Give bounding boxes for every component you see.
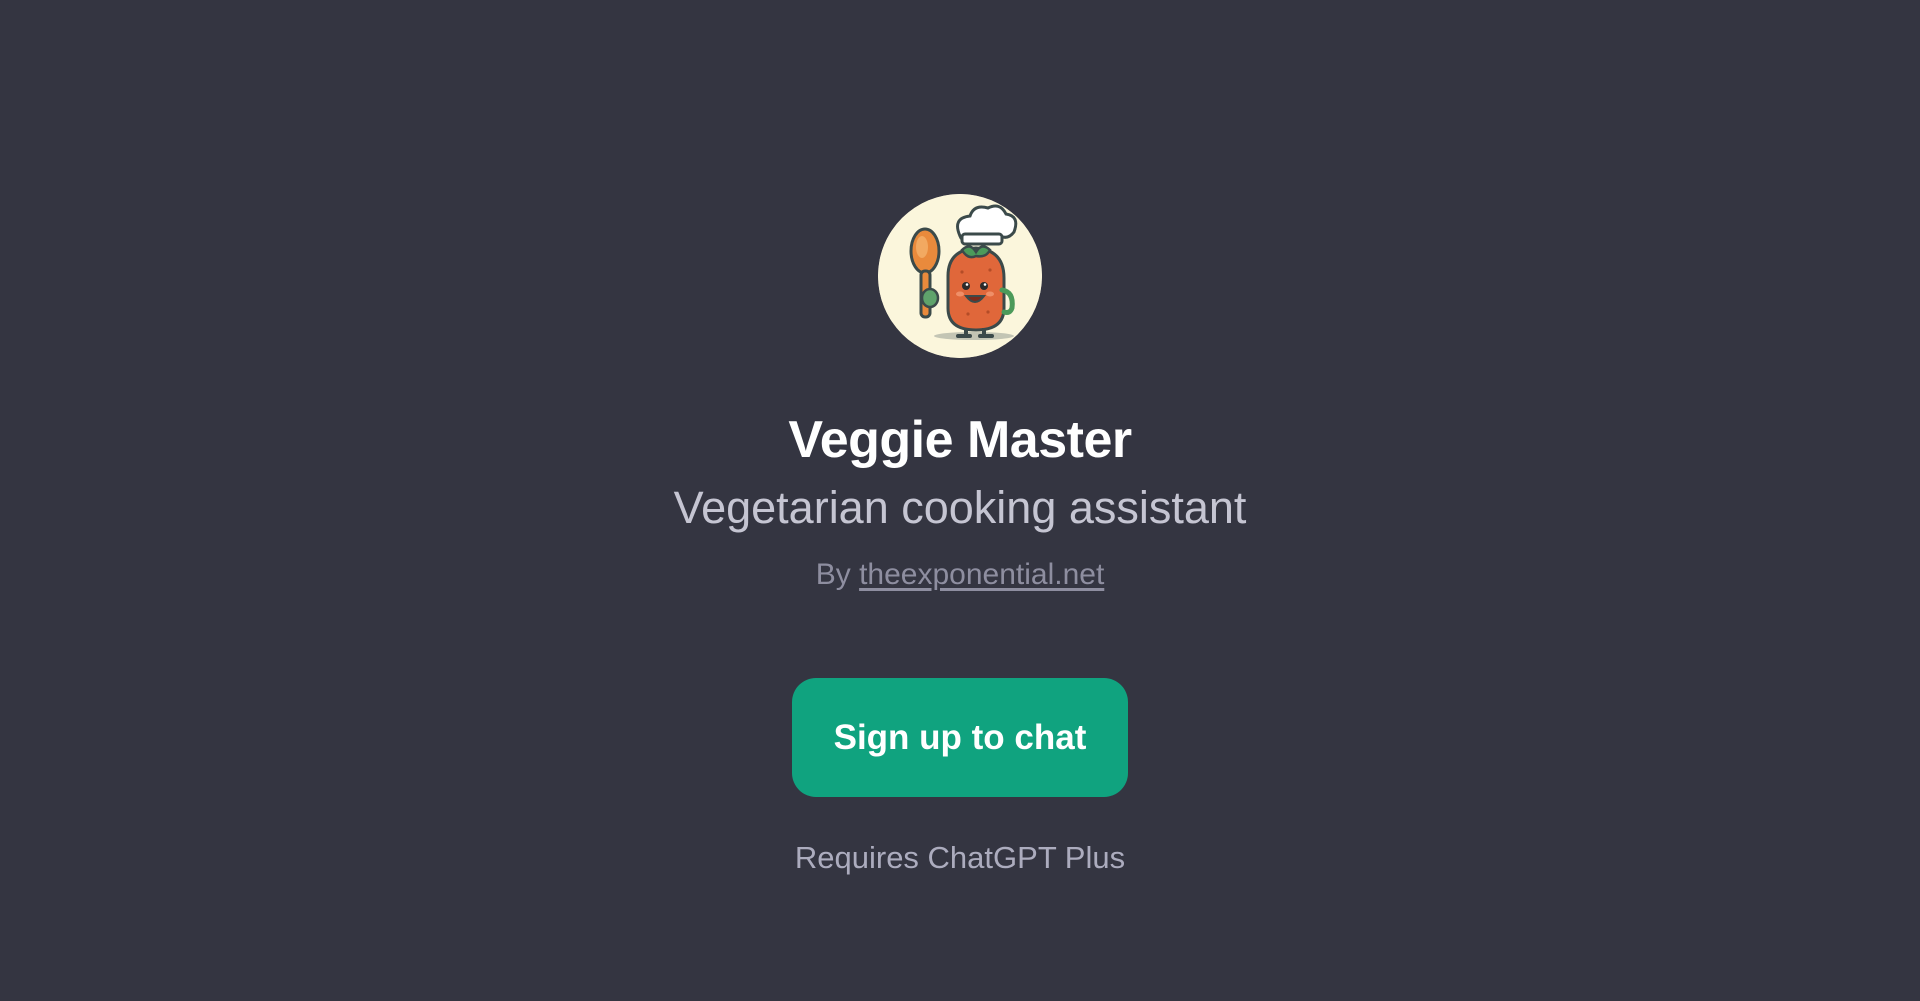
- author-link[interactable]: theexponential.net: [859, 558, 1104, 591]
- byline-prefix: By: [815, 558, 851, 591]
- author-byline: By theexponential.net: [0, 556, 1920, 594]
- signup-button[interactable]: Sign up to chat: [792, 678, 1128, 797]
- chef-vegetable-avatar-icon: [878, 194, 1042, 358]
- plan-requirement-note: Requires ChatGPT Plus: [794, 840, 1126, 875]
- gpt-profile: Veggie Master Vegetarian cooking assista…: [0, 0, 1920, 1001]
- gpt-description: Vegetarian cooking assistant: [673, 482, 1247, 533]
- gpt-title: Veggie Master: [788, 411, 1132, 469]
- gpt-landing-page: Veggie Master Vegetarian cooking assista…: [0, 0, 1920, 1001]
